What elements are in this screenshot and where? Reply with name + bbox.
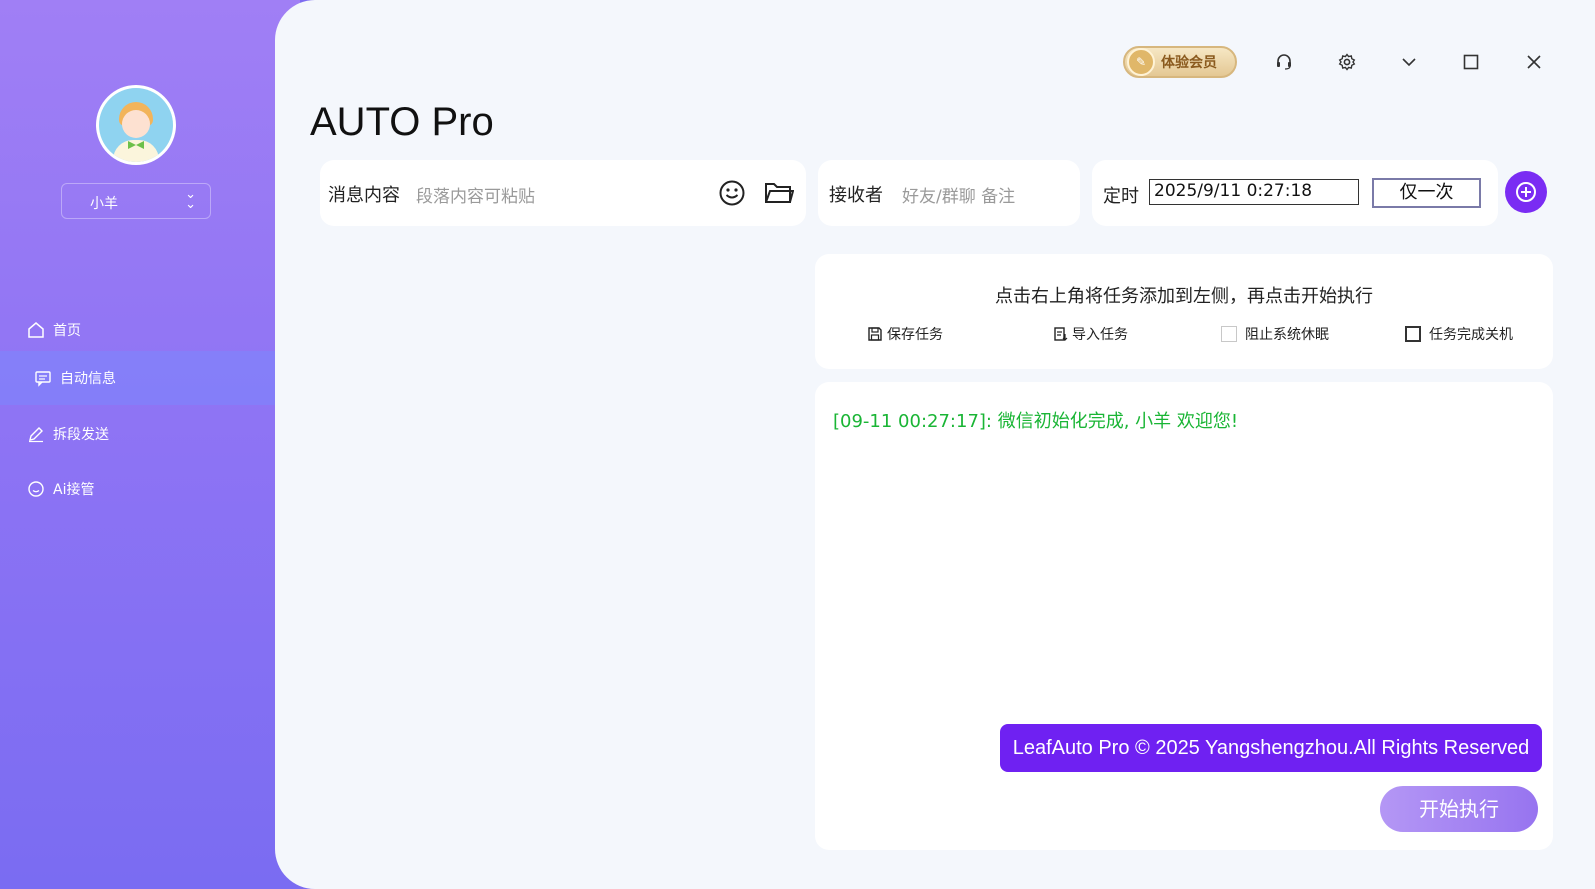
user-switcher[interactable]: 小羊 ⌄ ⌄: [61, 183, 211, 219]
sidebar-item-label: 首页: [53, 323, 81, 339]
sidebar-item-label: Ai接管: [53, 482, 95, 498]
prevent-sleep-checkbox[interactable]: 阻止系统休眠: [1221, 324, 1329, 344]
shutdown-label: 任务完成关机: [1429, 327, 1513, 343]
repeat-select[interactable]: 仅一次: [1372, 178, 1481, 208]
message-input[interactable]: 段落内容可粘贴: [416, 182, 535, 207]
avatar[interactable]: [96, 85, 176, 165]
app-title: AUTO Pro: [310, 100, 494, 144]
checkbox-box: [1221, 326, 1237, 342]
emoji-icon[interactable]: [718, 179, 746, 211]
close-icon[interactable]: [1522, 50, 1546, 74]
copyright-banner: LeafAuto Pro © 2025 Yangshengzhou.All Ri…: [1000, 724, 1542, 772]
pen-icon: [29, 427, 43, 443]
vip-badge[interactable]: ✎ 体验会员: [1123, 46, 1237, 78]
task-hint: 点击右上角将任务添加到左侧，再点击开始执行: [995, 286, 1373, 307]
start-execute-button[interactable]: 开始执行: [1380, 786, 1538, 832]
schedule-label: 定时: [1103, 186, 1139, 207]
sidebar-item-auto-message[interactable]: 自动信息: [0, 351, 275, 405]
add-task-button[interactable]: [1505, 171, 1547, 213]
schedule-datetime-input[interactable]: 2025/9/11 0:27:18: [1149, 179, 1359, 205]
coin-icon: ✎: [1127, 48, 1155, 76]
save-task-label: 保存任务: [887, 327, 943, 343]
receiver-label: 接收者: [829, 185, 883, 206]
save-icon: [868, 327, 882, 341]
log-line: [09-11 00:27:17]: 微信初始化完成, 小羊 欢迎您!: [833, 411, 1239, 432]
plus-circle-icon: [1516, 182, 1536, 202]
chevron-down-icon[interactable]: [1397, 50, 1421, 74]
log-panel: [815, 382, 1553, 850]
message-icon: [35, 371, 51, 387]
save-task-button[interactable]: 保存任务: [867, 324, 943, 344]
home-icon: [28, 322, 44, 338]
smile-icon: [28, 481, 44, 497]
gear-icon[interactable]: [1335, 50, 1359, 74]
sidebar-item-home[interactable]: 首页: [0, 303, 275, 357]
import-icon: [1054, 327, 1068, 341]
maximize-icon[interactable]: [1459, 50, 1483, 74]
sidebar: 小羊 ⌄ ⌄ 首页 自动信息 拆段发送 Ai接管: [0, 0, 300, 889]
message-label: 消息内容: [328, 185, 400, 206]
headset-icon[interactable]: [1272, 50, 1296, 74]
task-options-card: [815, 254, 1553, 369]
sidebar-item-label: 自动信息: [60, 371, 116, 387]
sidebar-item-ai[interactable]: Ai接管: [0, 462, 275, 516]
receiver-input[interactable]: 好友/群聊 备注: [902, 182, 1015, 207]
sidebar-item-label: 拆段发送: [53, 427, 109, 443]
checkbox-box: [1405, 326, 1421, 342]
sidebar-item-split-send[interactable]: 拆段发送: [0, 407, 275, 461]
import-task-button[interactable]: 导入任务: [1052, 324, 1128, 344]
chevron-double-down-icon: ⌄ ⌄: [185, 187, 196, 212]
shutdown-checkbox[interactable]: 任务完成关机: [1405, 324, 1513, 344]
import-task-label: 导入任务: [1072, 327, 1128, 343]
username: 小羊: [90, 196, 118, 212]
vip-label: 体验会员: [1161, 55, 1217, 71]
folder-icon[interactable]: [764, 180, 795, 210]
prevent-sleep-label: 阻止系统休眠: [1245, 327, 1329, 343]
